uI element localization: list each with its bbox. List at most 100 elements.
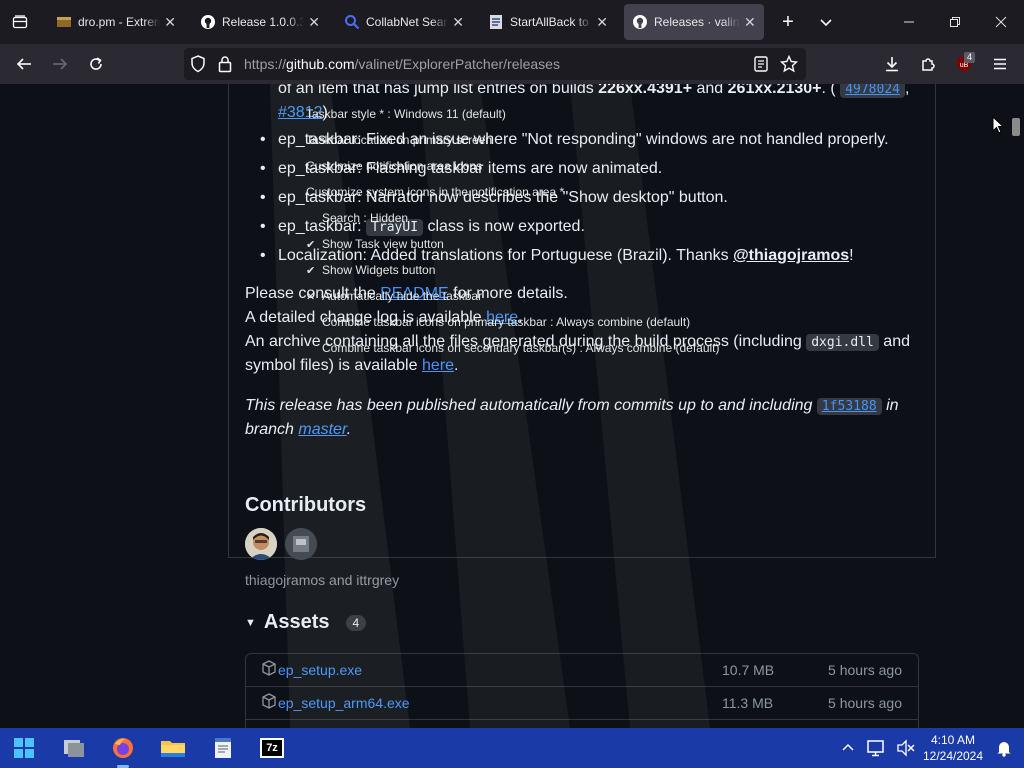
show-hidden-icons-button[interactable] (836, 732, 860, 764)
extension-badge: 4 (964, 52, 976, 63)
ublock-extension-button[interactable]: uB 4 (948, 48, 980, 80)
minimize-button[interactable] (886, 0, 932, 44)
tab-title: CollabNet Search (366, 15, 448, 29)
overlay-item: Combine taskbar icons on primary taskbar… (322, 315, 691, 329)
note-text: in (881, 397, 899, 414)
release-notes-list: ep_taskbar: Fixed an issue where "Not re… (258, 128, 889, 273)
notepad-taskbar-button[interactable] (203, 732, 243, 764)
inline-code: dxgi.dll (806, 334, 879, 351)
notepad-icon (215, 738, 231, 758)
firefox-view-button[interactable] (4, 6, 36, 38)
contributor-avatar-image (245, 528, 277, 560)
commit-link[interactable]: 4978024 (840, 84, 905, 98)
close-icon (995, 16, 1007, 28)
volume-button[interactable] (892, 732, 920, 764)
notifications-button[interactable] (990, 732, 1018, 764)
build-number: 261xx.2130+ (727, 84, 822, 97)
system-clock[interactable]: 4:10 AM 12/24/2024 (920, 732, 986, 764)
url-text[interactable]: https://github.com/valinet/ExplorerPatch… (244, 56, 560, 72)
release-note-continuation: of an item that has jump list entries on… (278, 84, 909, 102)
forward-button[interactable] (44, 48, 76, 80)
address-bar[interactable]: https://github.com/valinet/ExplorerPatch… (184, 48, 806, 80)
asset-size: 10.7 MB (722, 662, 775, 678)
url-path: /valinet/ExplorerPatcher/releases (354, 56, 560, 72)
cross-icon: ✕ (306, 291, 316, 303)
tab-strip: dro.pm - Extrem ✕ Release 1.0.0.3 - ✕ Co… (0, 0, 1024, 44)
speaker-muted-icon (897, 739, 915, 757)
close-tab-icon[interactable]: ✕ (744, 14, 756, 31)
assets-count-badge: 4 (345, 614, 367, 631)
tracking-protection-icon[interactable] (190, 55, 206, 78)
table-row[interactable] (246, 720, 918, 728)
app-menu-button[interactable] (984, 48, 1016, 80)
clock-time: 4:10 AM (930, 733, 976, 747)
table-row[interactable]: ep_setup_arm64.exe 11.3 MB 5 hours ago (246, 687, 918, 720)
firefox-taskbar-button[interactable] (103, 732, 143, 768)
package-icon (262, 660, 276, 679)
url-scheme: https:// (244, 56, 287, 72)
scrollbar-thumb[interactable] (1012, 118, 1020, 136)
note-text: class is now exported. (423, 218, 585, 235)
asset-link[interactable]: ep_setup_arm64.exe (278, 695, 410, 711)
assets-toggle[interactable]: ▼ Assets 4 (245, 611, 367, 634)
user-mention-link[interactable]: @thiagojramos (733, 247, 849, 264)
overlay-item: Combine taskbar icons on secondary taskb… (322, 341, 720, 355)
note-text: of an item that has jump list entries on… (278, 84, 599, 97)
note-text: and (878, 333, 910, 350)
note-text: . (346, 421, 352, 438)
forward-arrow-icon (53, 58, 68, 70)
overlay-item: Customize system icons in the notificati… (306, 185, 565, 199)
asset-link[interactable]: ep_setup.exe (278, 662, 362, 678)
downloads-button[interactable] (876, 48, 908, 80)
extensions-button[interactable] (912, 48, 944, 80)
back-button[interactable] (8, 48, 40, 80)
task-view-button[interactable] (54, 732, 94, 764)
checkmark-icon: ✔ (306, 265, 316, 277)
back-arrow-icon (16, 58, 31, 70)
windows-logo-icon (14, 738, 34, 758)
overlay-item: Taskbar location on primary screen (306, 133, 493, 147)
avatar[interactable] (285, 528, 317, 560)
close-tab-icon[interactable]: ✕ (164, 14, 176, 31)
dropm-icon (56, 14, 72, 30)
page-viewport: of an item that has jump list entries on… (0, 84, 1009, 728)
note-text: ! (849, 247, 854, 264)
checkmark-icon: ✔ (306, 239, 316, 251)
tab-startallback[interactable]: StartAllBack to f ✕ (480, 4, 616, 40)
note-text: This release has been published automati… (245, 397, 817, 414)
note-text: . (453, 357, 459, 374)
file-explorer-taskbar-button[interactable] (153, 732, 193, 764)
close-tab-icon[interactable]: ✕ (308, 14, 320, 31)
page-scrollbar[interactable] (1009, 84, 1024, 728)
note-text: "Not responding" windows are not handled… (521, 131, 889, 148)
windows-taskbar: 7z 4:10 AM 12/24/2024 (0, 728, 1024, 768)
network-status-button[interactable] (862, 732, 890, 764)
close-window-button[interactable] (978, 0, 1024, 44)
overlay-item: Taskbar style * : Windows 11 (default) (306, 107, 506, 121)
table-row[interactable]: ep_setup.exe 10.7 MB 5 hours ago (246, 654, 918, 687)
tab-releases-valinet[interactable]: Releases · valinet ✕ (624, 4, 764, 40)
triangle-down-icon: ▼ (245, 616, 256, 629)
7zip-taskbar-button[interactable]: 7z (252, 732, 292, 764)
tab-release-1003[interactable]: Release 1.0.0.3 - ✕ (192, 4, 328, 40)
close-tab-icon[interactable]: ✕ (596, 14, 608, 31)
bookmark-star-icon[interactable] (779, 54, 799, 78)
list-all-tabs-button[interactable] (810, 6, 842, 38)
avatar[interactable] (245, 528, 277, 560)
overlay-item: ✔ Show Task view button (306, 237, 444, 251)
note-text: symbol files) is available (245, 357, 422, 374)
start-button[interactable] (4, 732, 44, 764)
commit-link[interactable]: 1f53188 (816, 398, 882, 415)
url-domain: github.com (286, 56, 355, 72)
tab-collabnet-search[interactable]: CollabNet Search ✕ (336, 4, 472, 40)
restore-button[interactable] (932, 0, 978, 44)
reload-button[interactable] (80, 48, 112, 80)
tab-dropm[interactable]: dro.pm - Extrem ✕ (48, 4, 184, 40)
branch-link[interactable]: master (298, 421, 346, 438)
archive-link[interactable]: here (422, 357, 454, 374)
reader-view-icon[interactable] (754, 56, 768, 77)
lock-icon[interactable] (218, 55, 232, 78)
close-tab-icon[interactable]: ✕ (452, 14, 464, 31)
task-view-icon (64, 740, 84, 757)
new-tab-button[interactable]: + (772, 6, 804, 38)
